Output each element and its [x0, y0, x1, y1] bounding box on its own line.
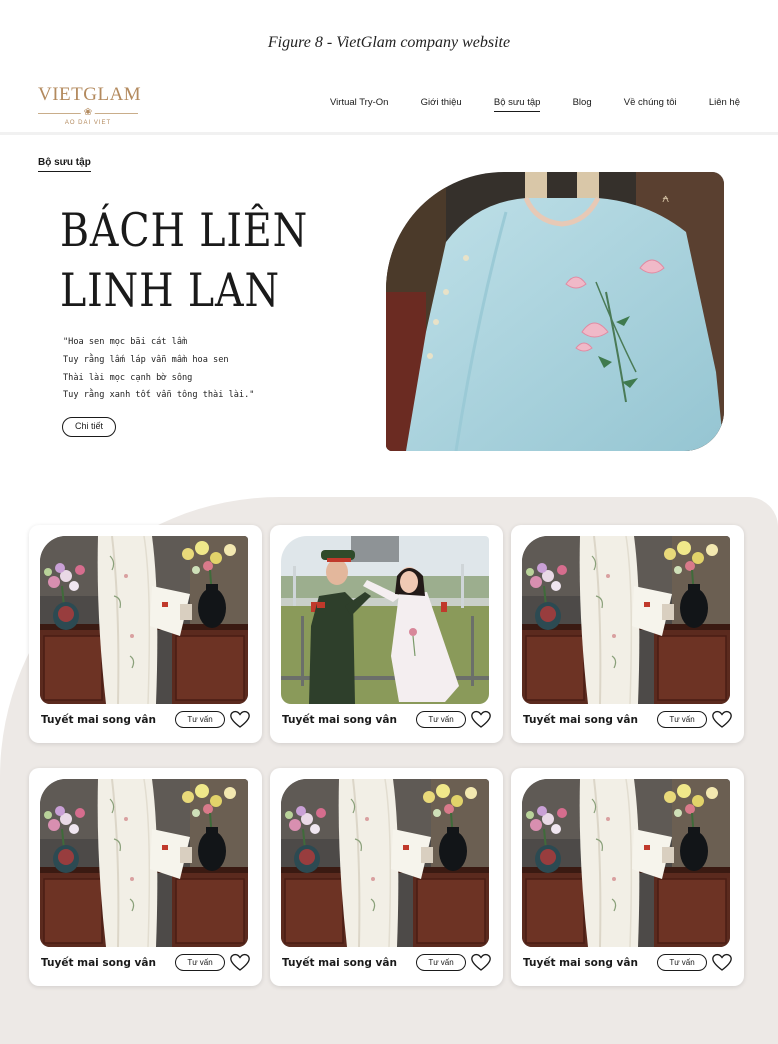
- header-divider: [0, 132, 778, 135]
- consult-button[interactable]: Tư vấn: [175, 954, 225, 971]
- ao-dai-still-life-photo: [40, 779, 248, 947]
- nav-contact[interactable]: Liên hệ: [709, 97, 740, 112]
- detail-button[interactable]: Chi tiết: [62, 417, 116, 437]
- couple-salute-photo: [281, 536, 489, 704]
- brand-logo[interactable]: VIETGLAM ❀ AO DAI VIET: [38, 84, 142, 126]
- product-card[interactable]: Tuyết mai song vân Tư vấn: [511, 768, 744, 986]
- consult-button[interactable]: Tư vấn: [175, 711, 225, 728]
- product-card[interactable]: Tuyết mai song vân Tư vấn: [511, 525, 744, 743]
- collection-title-line-2: LINH LAN: [60, 263, 280, 317]
- figure-caption: Figure 8 - VietGlam company website: [267, 34, 511, 51]
- product-name[interactable]: Tuyết mai song vân: [41, 714, 156, 726]
- heart-icon[interactable]: [712, 710, 732, 729]
- product-image[interactable]: [522, 536, 730, 704]
- consult-button[interactable]: Tư vấn: [657, 954, 707, 971]
- product-card[interactable]: Tuyết mai song vân Tư vấn: [29, 768, 262, 986]
- lotus-icon: ❀: [80, 107, 96, 119]
- collection-poem: "Hoa sen mọc bãi cát lầm Tuy rằng lấm lá…: [63, 334, 254, 405]
- ao-dai-still-life-photo: [281, 779, 489, 947]
- breadcrumb[interactable]: Bộ sưu tập: [38, 157, 91, 172]
- collection-title-line-1: BÁCH LIÊN: [60, 203, 309, 257]
- product-name[interactable]: Tuyết mai song vân: [282, 714, 397, 726]
- product-image[interactable]: [40, 779, 248, 947]
- nav-about[interactable]: Giới thiệu: [421, 97, 462, 112]
- poem-line: Tuy rằng xanh tốt vẫn tông thài lài.": [63, 390, 255, 401]
- product-card[interactable]: Tuyết mai song vân Tư vấn: [29, 525, 262, 743]
- consult-button[interactable]: Tư vấn: [416, 711, 466, 728]
- consult-button[interactable]: Tư vấn: [657, 711, 707, 728]
- nav-blog[interactable]: Blog: [573, 97, 592, 112]
- embroidered-ao-dai-illustration: ⍲: [386, 172, 724, 451]
- main-nav: Virtual Try-On Giới thiệu Bộ sưu tập Blo…: [330, 97, 740, 112]
- poem-line: Tuy rằng lấm láp vẫn mầm hoa sen: [63, 354, 229, 365]
- nav-virtual-try-on[interactable]: Virtual Try-On: [330, 97, 388, 112]
- heart-icon[interactable]: [712, 953, 732, 972]
- product-name[interactable]: Tuyết mai song vân: [41, 957, 156, 969]
- ao-dai-still-life-photo: [522, 536, 730, 704]
- heart-icon[interactable]: [471, 953, 491, 972]
- logo-divider: ❀: [38, 107, 138, 119]
- product-name[interactable]: Tuyết mai song vân: [523, 957, 638, 969]
- consult-button[interactable]: Tư vấn: [416, 954, 466, 971]
- product-card[interactable]: Tuyết mai song vân Tư vấn: [270, 768, 503, 986]
- heart-icon[interactable]: [230, 710, 250, 729]
- product-image[interactable]: [281, 536, 489, 704]
- hero-ao-dai-image: ⍲: [386, 172, 724, 451]
- product-name[interactable]: Tuyết mai song vân: [523, 714, 638, 726]
- heart-icon[interactable]: [230, 953, 250, 972]
- product-card[interactable]: Tuyết mai song vân Tư vấn: [270, 525, 503, 743]
- brand-name: VIETGLAM: [38, 84, 142, 105]
- poem-line: "Hoa sen mọc bãi cát lầm: [63, 337, 188, 347]
- heart-icon[interactable]: [471, 710, 491, 729]
- ao-dai-still-life-photo: [522, 779, 730, 947]
- product-image[interactable]: [522, 779, 730, 947]
- product-image[interactable]: [40, 536, 248, 704]
- product-name[interactable]: Tuyết mai song vân: [282, 957, 397, 969]
- watermark-icon: ⍲: [662, 191, 669, 205]
- collection-title: BÁCH LIÊN LINH LAN: [60, 200, 308, 320]
- ao-dai-still-life-photo: [40, 536, 248, 704]
- brand-subtitle: AO DAI VIET: [64, 120, 112, 126]
- product-image[interactable]: [281, 779, 489, 947]
- nav-about-us[interactable]: Về chúng tôi: [624, 97, 677, 112]
- poem-line: Thài lài mọc cạnh bờ sông: [63, 372, 193, 383]
- nav-collection[interactable]: Bộ sưu tập: [493, 97, 541, 112]
